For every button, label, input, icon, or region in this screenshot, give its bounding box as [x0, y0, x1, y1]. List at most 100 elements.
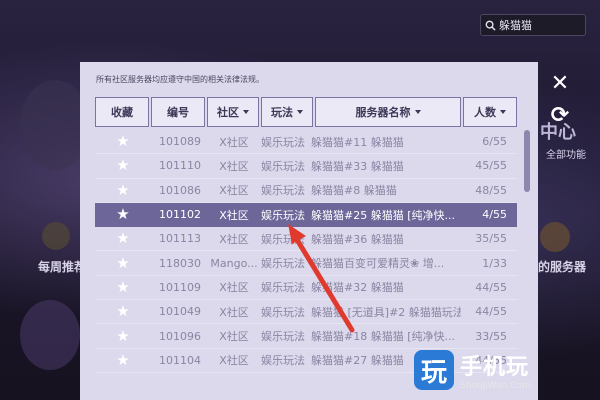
favorite-cell[interactable]: ★: [95, 134, 151, 149]
column-mode-label: 玩法: [271, 106, 293, 119]
table-row[interactable]: ★ 101109 X社区 娱乐玩法 躲猫猫#32 躲猫猫 44/55: [95, 275, 517, 301]
server-id: 101089: [159, 135, 201, 149]
star-icon[interactable]: ★: [116, 183, 129, 198]
table-row[interactable]: ★ 101049 X社区 娱乐玩法 躲猫猫 [无道具]#2 躲猫猫玩法 44/5…: [95, 300, 517, 325]
table-row[interactable]: ★ 101113 X社区 娱乐玩法 躲猫猫#36 躲猫猫 35/55: [95, 227, 517, 252]
server-players: 6/55: [482, 135, 507, 149]
column-id-label: 编号: [167, 106, 189, 119]
server-name: 躲猫猫#11 躲猫猫: [311, 135, 404, 149]
refresh-button[interactable]: ⟳: [548, 104, 572, 128]
column-favorite-label: 收藏: [111, 106, 133, 119]
server-id: 101096: [159, 329, 201, 343]
favorite-cell[interactable]: ★: [95, 207, 151, 222]
server-id: 101104: [159, 353, 201, 367]
refresh-icon[interactable]: ⟳: [551, 103, 569, 128]
table-row[interactable]: ★ 101110 X社区 娱乐玩法 躲猫猫#33 躲猫猫 45/55: [95, 154, 517, 179]
table-header: 收藏 编号 社区 玩法 服务器名称 人数: [95, 97, 519, 129]
server-players: 1/33: [482, 256, 507, 270]
favorite-cell[interactable]: ★: [95, 280, 151, 295]
server-community: X社区: [219, 208, 249, 222]
server-community: X社区: [219, 305, 249, 319]
search-box[interactable]: [480, 14, 586, 36]
server-community: X社区: [219, 330, 249, 344]
column-players[interactable]: 人数: [463, 97, 517, 127]
column-community-label: 社区: [217, 106, 239, 119]
server-players: 44/55: [475, 280, 507, 294]
favorite-cell[interactable]: ★: [95, 304, 151, 319]
table-row[interactable]: ★ 101086 X社区 娱乐玩法 躲猫猫#8 躲猫猫 48/55: [95, 178, 517, 203]
server-community: X社区: [219, 281, 249, 295]
column-community[interactable]: 社区: [207, 97, 259, 127]
close-button[interactable]: ✕: [548, 72, 572, 96]
server-label: 的服务器: [538, 260, 587, 274]
chevron-down-icon: [243, 110, 249, 114]
favorite-cell[interactable]: ★: [95, 158, 151, 173]
server-id: 101113: [159, 232, 201, 246]
server-id: 118030: [159, 256, 201, 270]
star-icon[interactable]: ★: [116, 280, 129, 295]
favorite-cell[interactable]: ★: [95, 231, 151, 246]
server-name: 躲猫猫#25 躲猫猫 [纯净快...: [311, 208, 455, 222]
server-mode: 娱乐玩法: [261, 232, 305, 246]
watermark: 玩 手机玩 ShouJiWan.Com: [414, 344, 596, 396]
server-community: X社区: [219, 232, 249, 246]
server-name: 躲猫猫百变可爱精灵❀ 增...: [311, 257, 445, 271]
server-mode: 娱乐玩法: [261, 135, 305, 149]
chevron-down-icon: [500, 110, 506, 114]
weekly-recommend-label: 每周推荐: [38, 260, 87, 274]
server-name: 躲猫猫 [无道具]#2 躲猫猫玩法: [311, 305, 461, 319]
server-community: X社区: [219, 159, 249, 173]
server-community: Mango...: [210, 256, 258, 270]
star-icon[interactable]: ★: [116, 207, 129, 222]
server-players: 48/55: [475, 183, 507, 197]
watermark-main: 手机玩: [460, 355, 530, 380]
server-id: 101110: [159, 159, 201, 173]
column-server-name[interactable]: 服务器名称: [315, 97, 461, 127]
server-mode: 娱乐玩法: [261, 305, 305, 319]
column-mode[interactable]: 玩法: [261, 97, 313, 127]
legal-notice: 所有社区服务器均应遵守中国的相关法律法规。: [96, 75, 264, 84]
star-icon[interactable]: ★: [116, 158, 129, 173]
star-icon[interactable]: ★: [116, 134, 129, 149]
favorite-cell[interactable]: ★: [95, 256, 151, 271]
server-id: 101109: [159, 280, 201, 294]
close-icon[interactable]: ✕: [551, 71, 569, 96]
server-community: X社区: [219, 354, 249, 368]
star-icon[interactable]: ★: [116, 304, 129, 319]
server-mode: 娱乐玩法: [261, 184, 305, 198]
chevron-down-icon: [297, 110, 303, 114]
star-icon[interactable]: ★: [116, 329, 129, 344]
server-players: 44/55: [475, 305, 507, 319]
list-scrollbar[interactable]: [524, 130, 530, 192]
favorite-cell[interactable]: ★: [95, 329, 151, 344]
column-players-label: 人数: [474, 106, 496, 119]
column-favorite[interactable]: 收藏: [95, 97, 149, 127]
search-input[interactable]: [499, 18, 579, 32]
favorite-cell[interactable]: ★: [95, 183, 151, 198]
server-name: 躲猫猫#18 躲猫猫 [纯净快...: [311, 330, 455, 344]
star-icon[interactable]: ★: [116, 231, 129, 246]
search-icon[interactable]: [481, 20, 499, 31]
server-players: 33/55: [475, 329, 507, 343]
table-row[interactable]: ★ 118030 Mango... 娱乐玩法 躲猫猫百变可爱精灵❀ 增... 1…: [95, 251, 517, 276]
server-name: 躲猫猫#32 躲猫猫: [311, 281, 404, 295]
table-row[interactable]: ★ 101089 X社区 娱乐玩法 躲猫猫#11 躲猫猫 6/55: [95, 130, 517, 155]
server-mode: 娱乐玩法: [261, 257, 305, 271]
favorite-cell[interactable]: ★: [95, 353, 151, 368]
server-mode: 娱乐玩法: [261, 354, 305, 368]
table-row-selected[interactable]: ★ 101102 X社区 娱乐玩法 躲猫猫#25 躲猫猫 [纯净快... 4/5…: [95, 202, 517, 228]
server-id: 101102: [159, 208, 201, 222]
server-players: 45/55: [475, 159, 507, 173]
column-id[interactable]: 编号: [151, 97, 205, 127]
server-name: 躲猫猫#36 躲猫猫: [311, 232, 404, 246]
star-icon[interactable]: ★: [116, 256, 129, 271]
column-server-name-label: 服务器名称: [355, 106, 411, 119]
watermark-text: 手机玩 ShouJiWan.Com: [460, 349, 531, 391]
server-mode: 娱乐玩法: [261, 330, 305, 344]
server-id: 101086: [159, 183, 201, 197]
server-id: 101049: [159, 305, 201, 319]
star-icon[interactable]: ★: [116, 353, 129, 368]
all-functions-hint: 全部功能: [546, 150, 586, 161]
background-character-bottom: [20, 300, 80, 370]
star-badge-icon: [42, 222, 70, 250]
